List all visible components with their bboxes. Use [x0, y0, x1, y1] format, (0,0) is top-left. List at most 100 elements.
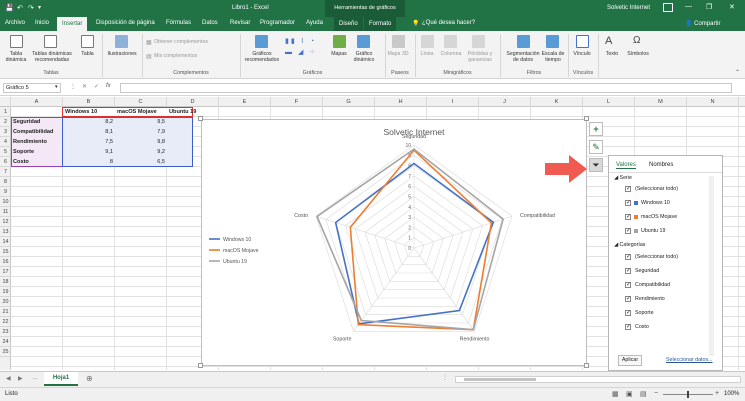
illustrations-button[interactable]: Ilustraciones: [102, 51, 142, 57]
zoom-out-icon[interactable]: −: [654, 390, 658, 397]
legend-entry[interactable]: Ubuntu 19: [223, 259, 247, 265]
pivot-chart-button[interactable]: Gráfico dinámico: [348, 51, 380, 63]
tab-formulas[interactable]: Fórmulas: [166, 20, 191, 26]
chart-elements-button[interactable]: +: [589, 122, 603, 136]
row-header-18[interactable]: 18: [0, 277, 11, 287]
row-header-3[interactable]: 3: [0, 127, 11, 137]
checkbox[interactable]: [625, 267, 631, 274]
row-header-1[interactable]: 1: [0, 107, 11, 117]
chart-filters-button[interactable]: ⏷: [589, 158, 603, 172]
omega-icon[interactable]: Ω: [633, 35, 640, 46]
column-header-b[interactable]: B: [63, 97, 115, 107]
row-header-6[interactable]: 6: [0, 157, 11, 167]
tab-formato[interactable]: Formato: [364, 17, 397, 31]
close-button[interactable]: ✕: [729, 3, 735, 11]
legend-entry[interactable]: macOS Mojave: [223, 248, 259, 254]
map-3d-icon[interactable]: [392, 35, 405, 48]
chart-resize-handle[interactable]: [198, 116, 203, 121]
sparkline-line-button[interactable]: Línea: [416, 51, 438, 57]
series-line-1[interactable]: [349, 148, 493, 331]
table-cell[interactable]: 9,2: [115, 147, 167, 157]
ribbon-display-icon[interactable]: [663, 3, 673, 12]
row-header-21[interactable]: 21: [0, 307, 11, 317]
page-layout-icon[interactable]: ▣: [626, 390, 633, 398]
timeline-icon[interactable]: [546, 35, 559, 48]
undo-icon[interactable]: ↶: [17, 4, 23, 12]
row-header-22[interactable]: 22: [0, 317, 11, 327]
serie-item[interactable]: (Seleccionar todo): [621, 185, 706, 193]
text-icon[interactable]: A: [605, 35, 612, 47]
minimize-button[interactable]: —: [685, 3, 692, 10]
symbols-button[interactable]: Símbolos: [624, 51, 652, 57]
timeline-button[interactable]: Escala de tiempo: [540, 51, 566, 63]
normal-view-icon[interactable]: ▦: [612, 390, 619, 398]
next-sheet-icon[interactable]: ▶: [18, 375, 23, 382]
serie-item[interactable]: macOS Mojave: [621, 213, 706, 221]
tab-insertar[interactable]: Insertar: [57, 17, 88, 31]
chart-resize-handle[interactable]: [584, 363, 589, 368]
link-icon[interactable]: [576, 35, 589, 48]
add-sheet-icon[interactable]: ⊕: [86, 374, 93, 383]
row-header-24[interactable]: 24: [0, 337, 11, 347]
tab-nombres[interactable]: Nombres: [649, 162, 673, 168]
tab-archivo[interactable]: Archivo: [5, 20, 25, 26]
formula-input[interactable]: [120, 83, 732, 93]
sparkline-winloss-button[interactable]: Pérdidas y ganancias: [463, 51, 497, 63]
redo-icon[interactable]: ↷: [28, 4, 34, 12]
table-cell[interactable]: 9,5: [115, 117, 167, 127]
row-header-11[interactable]: 11: [0, 207, 11, 217]
chart-type-icons-row1[interactable]: ▮▮ ⌇ ◔: [285, 37, 316, 45]
sheet-options-icon[interactable]: …: [32, 375, 38, 381]
table-row-label[interactable]: Soporte: [11, 147, 63, 157]
horizontal-scrollbar[interactable]: [455, 376, 741, 383]
slicer-button[interactable]: Segmentación de datos: [504, 51, 542, 63]
pivot-table-button[interactable]: Tabla dinámica: [0, 51, 32, 63]
user-name[interactable]: Solvetic Internet: [607, 5, 650, 11]
table-row-label[interactable]: Compatibilidad: [11, 127, 63, 137]
row-header-17[interactable]: 17: [0, 267, 11, 277]
column-header-d[interactable]: D: [167, 97, 219, 107]
select-all-corner[interactable]: [0, 97, 11, 107]
column-header-n[interactable]: N: [687, 97, 739, 107]
chart-styles-button[interactable]: ✎: [589, 140, 603, 154]
table-icon[interactable]: [81, 35, 94, 48]
row-header-12[interactable]: 12: [0, 217, 11, 227]
row-header-20[interactable]: 20: [0, 297, 11, 307]
collapse-ribbon-icon[interactable]: ⌃: [735, 69, 740, 76]
column-header-o[interactable]: O: [739, 97, 745, 107]
scroll-thumb[interactable]: [464, 378, 536, 381]
row-header-15[interactable]: 15: [0, 247, 11, 257]
table-cell[interactable]: 8,2: [63, 117, 115, 127]
illustrations-icon[interactable]: [115, 35, 128, 48]
tab-diseno[interactable]: Diseño: [334, 17, 363, 31]
formula-options-icon[interactable]: ⋮: [70, 83, 76, 90]
cat-item[interactable]: Costo: [621, 323, 706, 331]
my-addins-button[interactable]: Mis complementos: [154, 53, 197, 59]
map-3d-button[interactable]: Mapa 3D: [386, 51, 410, 57]
row-header-7[interactable]: 7: [0, 167, 11, 177]
zoom-thumb[interactable]: [687, 391, 689, 398]
cat-item[interactable]: Compatibilidad: [621, 281, 706, 289]
chart-type-icons-row2[interactable]: ▬ ◢ ⁘: [285, 48, 317, 56]
checkbox[interactable]: [625, 253, 631, 260]
row-header-25[interactable]: 25: [0, 347, 11, 357]
row-header-9[interactable]: 9: [0, 187, 11, 197]
sparkline-winloss-icon[interactable]: [472, 35, 485, 48]
panel-scrollbar[interactable]: [709, 176, 714, 356]
cat-item[interactable]: Seguridad: [621, 267, 706, 275]
column-header-a[interactable]: A: [11, 97, 63, 107]
row-header-4[interactable]: 4: [0, 137, 11, 147]
apply-button[interactable]: Aplicar: [618, 355, 642, 366]
sparkline-line-icon[interactable]: [421, 35, 434, 48]
chart-resize-handle[interactable]: [198, 363, 203, 368]
link-button[interactable]: Vínculo: [568, 51, 596, 57]
tab-programador[interactable]: Programador: [260, 20, 295, 26]
zoom-in-icon[interactable]: +: [715, 390, 719, 397]
column-header-m[interactable]: M: [635, 97, 687, 107]
checkbox[interactable]: [625, 185, 631, 192]
sheet-tab-hoja1[interactable]: Hoja1: [44, 372, 78, 386]
tab-valores[interactable]: Valores: [616, 162, 636, 169]
confirm-entry-icon[interactable]: ✓: [94, 83, 99, 90]
table-cell[interactable]: 7,5: [63, 137, 115, 147]
legend-entry[interactable]: Windows 10: [223, 237, 251, 243]
